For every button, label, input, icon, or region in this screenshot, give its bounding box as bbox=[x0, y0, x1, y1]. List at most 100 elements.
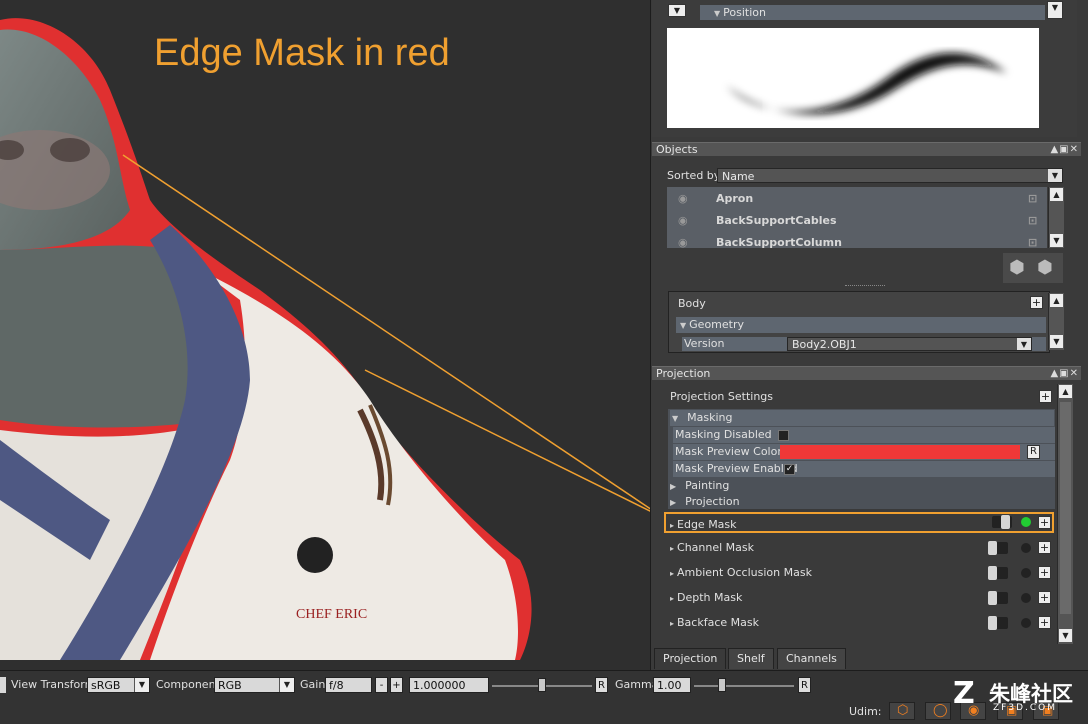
triangle-right-icon: ▶ bbox=[670, 482, 677, 491]
version-select[interactable]: Body2.OBJ1 ▼ bbox=[787, 337, 1032, 351]
version-value: Body2.OBJ1 bbox=[792, 338, 857, 351]
gain-reset-button[interactable]: R bbox=[595, 677, 608, 693]
component-select[interactable]: RGB ▼ bbox=[214, 677, 295, 693]
panel-window-icons[interactable]: ▲▣✕ bbox=[1050, 367, 1079, 380]
mask-preview-color-swatch[interactable] bbox=[780, 445, 1020, 459]
hexagon-icon: ⬡ bbox=[897, 703, 909, 718]
scroll-up-icon[interactable]: ▲ bbox=[1059, 385, 1072, 398]
edge-mask-toggle[interactable] bbox=[992, 515, 1012, 529]
gain-slider-handle[interactable] bbox=[538, 678, 546, 692]
object-name: BackSupportColumn bbox=[716, 236, 842, 248]
panel-window-icons[interactable]: ▲▣✕ bbox=[1050, 143, 1079, 156]
masking-disabled-checkbox[interactable] bbox=[778, 430, 789, 441]
add-button[interactable]: + bbox=[1038, 566, 1051, 579]
scroll-thumb[interactable] bbox=[1060, 402, 1071, 614]
scroll-down-icon[interactable]: ▼ bbox=[1050, 234, 1063, 247]
lock-icon[interactable]: ⊡ bbox=[1028, 188, 1037, 210]
channel-mask-dot[interactable] bbox=[1021, 543, 1031, 553]
eye-icon[interactable]: ◉ bbox=[678, 188, 688, 210]
painting-row[interactable]: ▶ Painting bbox=[670, 478, 729, 495]
resize-handle[interactable] bbox=[845, 285, 885, 288]
mask-preview-enabled-checkbox[interactable]: ✓ bbox=[784, 464, 795, 475]
projection-titlebar[interactable]: Projection ▲▣✕ bbox=[652, 366, 1081, 380]
lock-icon[interactable]: ⊡ bbox=[1028, 232, 1037, 248]
reset-color-button[interactable]: R bbox=[1027, 445, 1040, 459]
add-button[interactable]: + bbox=[1038, 541, 1051, 554]
scroll-down-icon[interactable]: ▼ bbox=[1047, 1, 1063, 19]
projection-scrollbar[interactable]: ▲ ▼ bbox=[1057, 384, 1073, 644]
projection-row[interactable]: ▶ Projection bbox=[670, 494, 740, 511]
tab-shelf[interactable]: Shelf bbox=[728, 648, 774, 669]
character-render: CHEF ERIC bbox=[0, 18, 650, 660]
ao-mask-toggle[interactable] bbox=[988, 566, 1008, 580]
position-row[interactable]: ▼ Position bbox=[700, 5, 1045, 20]
scroll-up-icon[interactable]: ▲ bbox=[1050, 188, 1063, 201]
objects-title: Objects bbox=[656, 143, 698, 156]
eye-icon[interactable]: ◉ bbox=[678, 232, 688, 248]
backface-mask-dot[interactable] bbox=[1021, 618, 1031, 628]
depth-mask-dot[interactable] bbox=[1021, 593, 1031, 603]
gamma-label: Gamma bbox=[615, 678, 659, 691]
3d-viewport[interactable]: CHEF ERIC Edge Mask in red bbox=[0, 0, 650, 670]
mask-preview-color-label: Mask Preview Color bbox=[675, 445, 782, 458]
list-item[interactable]: ◉ Apron ⊡ bbox=[668, 188, 1046, 210]
triangle-right-icon: ▶ bbox=[670, 498, 677, 507]
add-button[interactable]: + bbox=[1038, 516, 1051, 529]
geometry-row[interactable]: ▼ Geometry bbox=[676, 317, 1046, 333]
sort-select[interactable]: Name ▼ bbox=[717, 168, 1063, 183]
body-scrollbar[interactable]: ▲ ▼ bbox=[1048, 293, 1064, 350]
triangle-right-icon: ▸ bbox=[670, 544, 675, 553]
udim-ring-button[interactable]: ◯ bbox=[925, 702, 951, 720]
left-edge-field[interactable] bbox=[0, 677, 6, 693]
gamma-slider-track[interactable] bbox=[694, 685, 794, 687]
gamma-field[interactable]: 1.00 bbox=[653, 677, 691, 693]
mask-label: Backface Mask bbox=[677, 616, 759, 629]
gain-decrease-button[interactable]: - bbox=[375, 677, 388, 693]
backface-mask-toggle[interactable] bbox=[988, 616, 1008, 630]
eye-icon[interactable]: ◉ bbox=[678, 210, 688, 232]
projection-title: Projection bbox=[656, 367, 711, 380]
add-button[interactable]: + bbox=[1038, 616, 1051, 629]
triangle-down-icon: ▼ bbox=[680, 321, 687, 330]
watermark-logo-icon: Z bbox=[953, 676, 975, 711]
view-transform-label: View Transform bbox=[11, 678, 96, 691]
version-label: Version bbox=[684, 337, 725, 350]
chevron-down-icon[interactable]: ▼ bbox=[668, 4, 686, 17]
tab-projection[interactable]: Projection bbox=[654, 648, 727, 669]
list-item[interactable]: ◉ BackSupportColumn ⊡ bbox=[668, 232, 1046, 248]
projection-settings-label[interactable]: Projection Settings bbox=[670, 389, 773, 405]
add-button[interactable]: + bbox=[1039, 390, 1052, 403]
chevron-down-icon: ▼ bbox=[279, 678, 294, 692]
gain-label: Gain bbox=[300, 678, 326, 691]
remove-object-icon[interactable]: ⬢ bbox=[1037, 257, 1053, 278]
gain-value-field[interactable]: 1.000000 bbox=[409, 677, 489, 693]
gain-increase-button[interactable]: + bbox=[390, 677, 403, 693]
view-transform-select[interactable]: sRGB ▼ bbox=[87, 677, 150, 693]
chevron-down-icon: ▼ bbox=[134, 678, 149, 692]
scroll-down-icon[interactable]: ▼ bbox=[1050, 335, 1063, 348]
position-label: Position bbox=[723, 6, 766, 19]
masking-row[interactable]: ▼ Masking bbox=[670, 410, 1054, 426]
chevron-down-icon: ▼ bbox=[1048, 169, 1062, 182]
ao-mask-dot[interactable] bbox=[1021, 568, 1031, 578]
scroll-up-icon[interactable]: ▲ bbox=[1050, 294, 1063, 307]
sort-select-value: Name bbox=[722, 170, 755, 183]
gamma-reset-button[interactable]: R bbox=[798, 677, 811, 693]
add-button[interactable]: + bbox=[1038, 591, 1051, 604]
objects-titlebar[interactable]: Objects ▲▣✕ bbox=[652, 142, 1081, 156]
edge-mask-active-dot[interactable] bbox=[1021, 517, 1031, 527]
udim-hex-button[interactable]: ⬡ bbox=[889, 702, 915, 720]
scroll-down-icon[interactable]: ▼ bbox=[1059, 629, 1072, 642]
gamma-slider-handle[interactable] bbox=[718, 678, 726, 692]
objects-scrollbar[interactable]: ▲ ▼ bbox=[1048, 187, 1064, 248]
add-button[interactable]: + bbox=[1030, 296, 1043, 309]
lock-icon[interactable]: ⊡ bbox=[1028, 210, 1037, 232]
mask-preview-enabled-row: Mask Preview Enabled bbox=[673, 461, 1055, 477]
gain-fstop-field[interactable]: f/8 bbox=[325, 677, 372, 693]
channel-mask-toggle[interactable] bbox=[988, 541, 1008, 555]
list-item[interactable]: ◉ BackSupportCables ⊡ bbox=[668, 210, 1046, 232]
depth-mask-toggle[interactable] bbox=[988, 591, 1008, 605]
add-object-icon[interactable]: ⬢ bbox=[1009, 257, 1025, 278]
tab-channels[interactable]: Channels bbox=[777, 648, 846, 669]
painting-label: Painting bbox=[685, 479, 730, 492]
